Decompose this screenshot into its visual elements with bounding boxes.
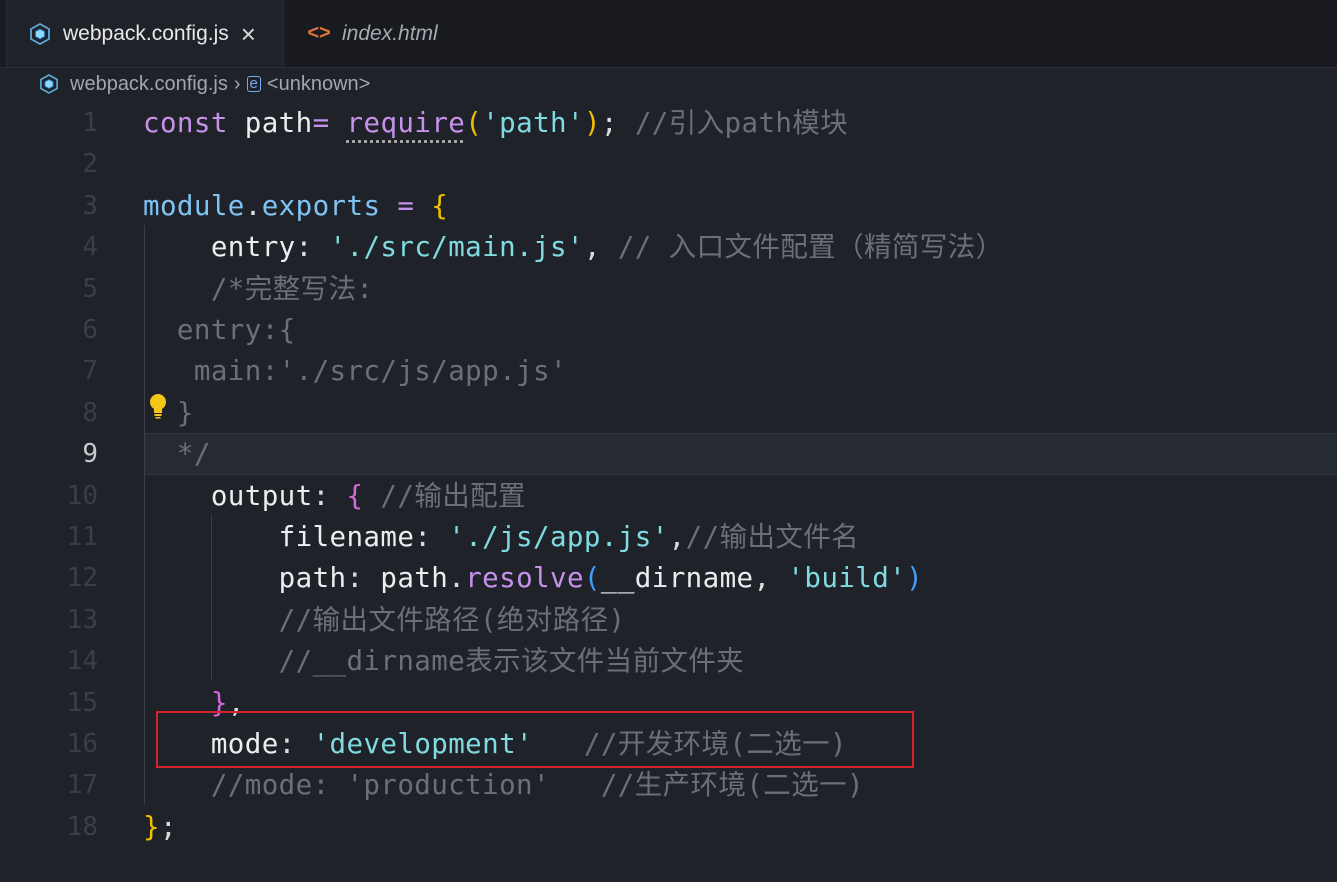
line-number: 6 <box>82 315 98 345</box>
code-token: //输出配置 <box>363 479 526 512</box>
code-line[interactable]: path: path.resolve(__dirname, 'build') <box>143 558 923 599</box>
code-token: : <box>346 562 381 595</box>
tab-webpack-config[interactable]: webpack.config.js × <box>6 0 284 67</box>
code-line[interactable]: main:'./src/js/app.js' <box>143 351 567 392</box>
code-token: __dirname <box>600 562 754 595</box>
code-token: ( <box>465 107 483 139</box>
code-token: } <box>143 810 160 843</box>
code-token: ; <box>159 810 177 843</box>
code-token: //输出文件名 <box>685 521 860 553</box>
line-number: 12 <box>66 563 98 594</box>
breadcrumb-symbol[interactable]: <unknown> <box>267 73 370 96</box>
code-token: ; <box>600 107 635 139</box>
line-number: 2 <box>82 149 98 180</box>
code-token: const <box>143 107 228 139</box>
lightbulb-icon[interactable] <box>148 393 168 419</box>
code-token: /*完整写法: <box>143 272 374 305</box>
line-number: 18 <box>66 811 98 842</box>
code-token: . <box>448 562 466 595</box>
code-token: './src/main.js' <box>329 231 584 264</box>
webpack-icon <box>40 74 60 94</box>
code-token: { <box>346 479 364 512</box>
code-editor[interactable]: 1 2 3 4 5 6 7 8 9 10 11 12 13 14 15 16 17 18 const path= … <box>0 101 1337 882</box>
code-token: 'build' <box>787 562 907 595</box>
code-token: ( <box>583 562 601 595</box>
code-token: = <box>380 189 432 222</box>
tab-bar: webpack.config.js × <> index.html <box>0 0 1337 68</box>
line-number: 3 <box>82 190 98 221</box>
code-line[interactable]: output: { //输出配置 <box>143 476 526 517</box>
code-token: main:'./src/js/app.js' <box>143 355 567 388</box>
line-number: 10 <box>66 480 98 511</box>
breadcrumb-file[interactable]: webpack.config.js <box>70 73 228 96</box>
line-number: 11 <box>66 522 98 552</box>
code-line[interactable]: filename: './js/app.js',//输出文件名 <box>143 517 859 558</box>
line-number: 17 <box>66 770 98 801</box>
code-line[interactable]: module.exports = { <box>143 186 448 227</box>
code-token: entry <box>143 231 296 264</box>
code-line[interactable]: /*完整写法: <box>143 269 373 310</box>
code-line[interactable]: const path= require('path'); //引入path模块 <box>143 103 848 144</box>
code-token: path <box>143 562 347 595</box>
code-token: : <box>312 479 347 512</box>
code-token: . <box>244 189 262 222</box>
tab-label: index.html <box>342 21 438 45</box>
line-number: 5 <box>82 273 98 304</box>
code-token: filename <box>143 521 415 553</box>
symbol-variable-icon: e <box>246 76 261 92</box>
line-number: 13 <box>66 604 98 635</box>
code-line[interactable]: }; <box>143 807 177 848</box>
html-code-icon: <> <box>307 22 331 44</box>
code-token: , <box>583 231 618 264</box>
code-line[interactable]: entry: './src/main.js', // 入口文件配置（精简写法） <box>143 227 1003 268</box>
breadcrumb: webpack.config.js › e <unknown> <box>0 67 1337 101</box>
code-token: path <box>227 107 313 139</box>
code-token: //引入path模块 <box>634 107 849 139</box>
code-token: */ <box>143 438 211 471</box>
code-line[interactable]: //mode: 'production' //生产环境(二选一) <box>143 765 864 806</box>
code-token: ) <box>583 107 601 139</box>
line-number: 1 <box>82 108 98 138</box>
line-number: 4 <box>82 232 98 263</box>
code-token: , <box>668 521 686 553</box>
chevron-right-icon: › <box>233 72 241 95</box>
code-token: // 入口文件配置（精简写法） <box>617 231 1004 264</box>
code-token: './js/app.js' <box>448 521 669 553</box>
code-line[interactable]: entry:{ <box>143 310 296 351</box>
code-token: path <box>380 562 449 595</box>
code-token: = <box>312 107 330 139</box>
tab-index-html[interactable]: <> index.html <box>306 0 486 67</box>
code-token: : <box>414 521 449 553</box>
current-line-highlight <box>145 433 1337 475</box>
line-number: 9 <box>82 439 98 470</box>
code-token: module <box>143 189 245 222</box>
line-number: 15 <box>66 687 98 718</box>
annotation-highlight-box <box>156 711 914 768</box>
code-token: //mode: 'production' //生产环境(二选一) <box>143 769 864 802</box>
code-line[interactable]: //__dirname表示该文件当前文件夹 <box>143 641 744 682</box>
code-token: : <box>295 231 330 264</box>
code-token: exports <box>261 189 381 222</box>
line-number: 14 <box>66 646 98 677</box>
close-icon[interactable]: × <box>241 21 256 47</box>
code-token: 'path' <box>482 107 584 139</box>
webpack-icon <box>29 22 51 45</box>
line-number: 7 <box>82 356 98 387</box>
code-token: entry:{ <box>143 314 296 346</box>
code-token: ) <box>906 562 924 595</box>
line-number: 8 <box>82 397 98 428</box>
code-token: { <box>431 189 449 222</box>
code-token: require <box>346 107 466 139</box>
code-token: , <box>753 562 788 595</box>
code-token: resolve <box>465 562 584 595</box>
code-token: //输出文件路径(绝对路径) <box>143 603 626 636</box>
line-number: 16 <box>66 729 98 759</box>
code-line[interactable]: //输出文件路径(绝对路径) <box>143 600 625 641</box>
tab-label: webpack.config.js <box>63 21 229 45</box>
code-line[interactable]: */ <box>143 434 211 475</box>
code-token: //__dirname表示该文件当前文件夹 <box>143 645 745 678</box>
code-token: output <box>143 479 313 512</box>
